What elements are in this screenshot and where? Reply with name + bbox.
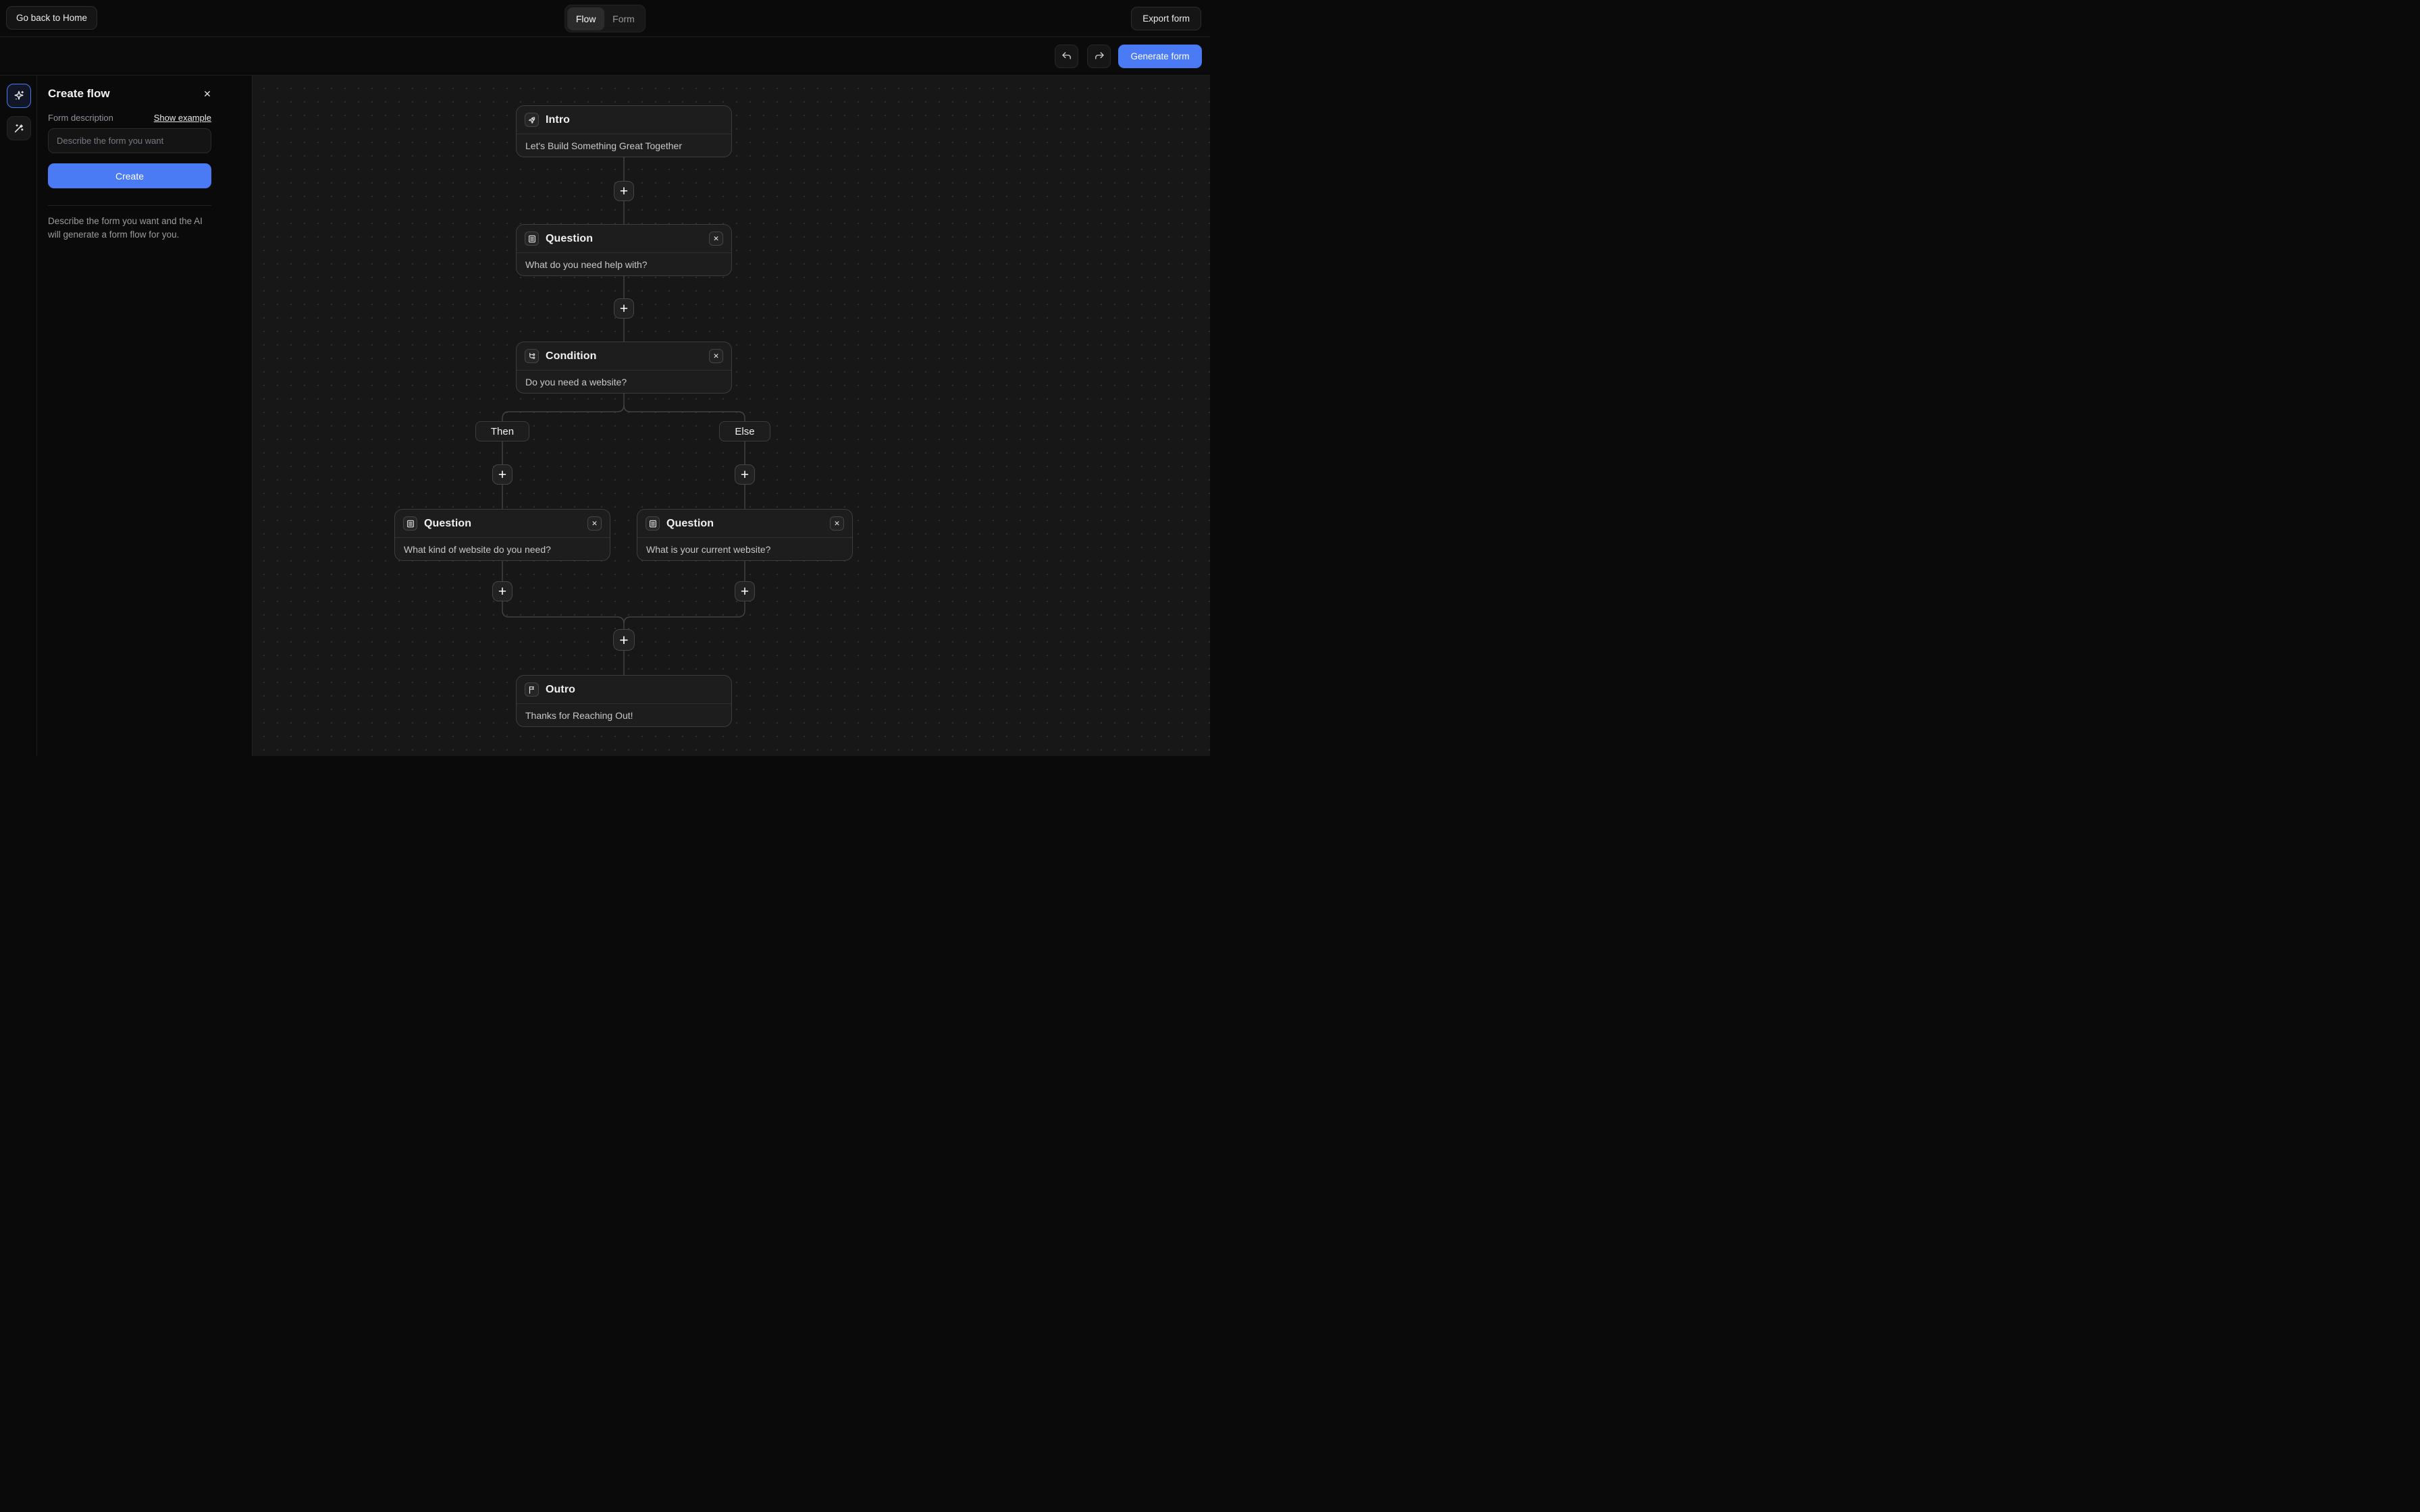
form-builder-app: Go back to Home Flow Form Export form (0, 0, 1210, 756)
create-button-label: Create (115, 171, 144, 182)
panel-divider (48, 205, 211, 206)
node-title: Question (424, 518, 471, 530)
rocket-icon (525, 113, 539, 127)
branch-label-then: Then (475, 421, 529, 441)
plus-icon: + (741, 585, 749, 599)
form-icon (646, 516, 660, 531)
flow-node-intro[interactable]: Intro Let's Build Something Great Togeth… (516, 105, 732, 157)
undo-icon (1061, 51, 1073, 63)
add-node-button[interactable]: + (735, 464, 755, 485)
node-header: Question ✕ (517, 225, 731, 253)
undo-button[interactable] (1055, 45, 1078, 68)
tab-form[interactable]: Form (604, 7, 643, 30)
add-node-button[interactable]: + (614, 181, 634, 201)
magic-wand-tool-button[interactable] (7, 116, 31, 140)
panel-close-button[interactable]: ✕ (201, 87, 214, 101)
flow-node-question-3[interactable]: Question ✕ What is your current website? (637, 509, 853, 561)
node-text: Let's Build Something Great Together (517, 134, 731, 157)
create-button[interactable]: Create (48, 163, 211, 188)
remove-node-button[interactable]: ✕ (587, 516, 602, 531)
show-example-link[interactable]: Show example (48, 113, 211, 123)
form-description-input[interactable] (48, 128, 211, 153)
form-icon (403, 516, 417, 531)
node-header: Question ✕ (637, 510, 852, 538)
plus-icon: + (619, 632, 628, 648)
remove-node-button[interactable]: ✕ (709, 232, 723, 246)
close-icon: ✕ (834, 520, 840, 528)
generate-form-button[interactable]: Generate form (1118, 45, 1202, 68)
node-text: What is your current website? (637, 538, 852, 561)
remove-node-button[interactable]: ✕ (830, 516, 844, 531)
plus-icon: + (498, 585, 506, 599)
node-text: Thanks for Reaching Out! (517, 704, 731, 727)
panel-helper-text: Describe the form you want and the AI wi… (48, 215, 215, 241)
left-icon-strip (0, 76, 37, 756)
plus-icon: + (620, 184, 628, 198)
flow-node-question-2[interactable]: Question ✕ What kind of website do you n… (394, 509, 610, 561)
generate-form-label: Generate form (1130, 51, 1189, 61)
plus-icon: + (620, 302, 628, 316)
plus-icon: + (498, 468, 506, 482)
node-title: Outro (546, 684, 575, 696)
node-header: Condition ✕ (517, 342, 731, 371)
flow-canvas[interactable]: Intro Let's Build Something Great Togeth… (253, 76, 1210, 756)
remove-node-button[interactable]: ✕ (709, 349, 723, 363)
node-header: Outro (517, 676, 731, 704)
magic-wand-icon (12, 122, 26, 135)
view-switcher-tabs: Flow Form (564, 5, 646, 32)
branch-icon (525, 349, 539, 363)
node-title: Question (666, 518, 714, 530)
node-header: Question ✕ (395, 510, 610, 538)
close-icon: ✕ (713, 352, 719, 360)
redo-icon (1093, 51, 1105, 63)
flag-icon (525, 682, 539, 697)
sparkles-icon (12, 89, 26, 103)
create-flow-panel: Create flow ✕ Form description Show exam… (37, 76, 253, 756)
add-node-button[interactable]: + (492, 464, 512, 485)
canvas-toolbar: Generate form (0, 37, 1210, 76)
node-title: Intro (546, 114, 570, 126)
node-text: What do you need help with? (517, 253, 731, 276)
node-title: Condition (546, 350, 597, 362)
node-text: Do you need a website? (517, 371, 731, 394)
form-icon (525, 232, 539, 246)
export-form-button[interactable]: Export form (1131, 7, 1201, 30)
close-icon: ✕ (203, 88, 211, 100)
node-title: Question (546, 233, 593, 245)
flow-node-condition[interactable]: Condition ✕ Do you need a website? (516, 342, 732, 394)
add-node-button[interactable]: + (613, 629, 635, 651)
go-back-home-label: Go back to Home (16, 13, 87, 23)
close-icon: ✕ (591, 520, 598, 528)
flow-connectors (253, 76, 1210, 756)
export-form-label: Export form (1142, 14, 1190, 24)
top-header: Go back to Home Flow Form Export form (0, 0, 1210, 37)
flow-node-question-1[interactable]: Question ✕ What do you need help with? (516, 224, 732, 276)
plus-icon: + (741, 468, 749, 482)
add-node-button[interactable]: + (614, 298, 634, 319)
close-icon: ✕ (713, 235, 719, 243)
redo-button[interactable] (1087, 45, 1111, 68)
add-node-button[interactable]: + (735, 581, 755, 601)
node-text: What kind of website do you need? (395, 538, 610, 561)
flow-node-outro[interactable]: Outro Thanks for Reaching Out! (516, 675, 732, 727)
node-header: Intro (517, 106, 731, 134)
add-node-button[interactable]: + (492, 581, 512, 601)
panel-title: Create flow (48, 87, 110, 101)
ai-create-flow-tool-button[interactable] (7, 84, 31, 108)
go-back-home-button[interactable]: Go back to Home (6, 6, 97, 30)
tab-flow[interactable]: Flow (567, 7, 604, 30)
branch-label-else: Else (719, 421, 770, 441)
